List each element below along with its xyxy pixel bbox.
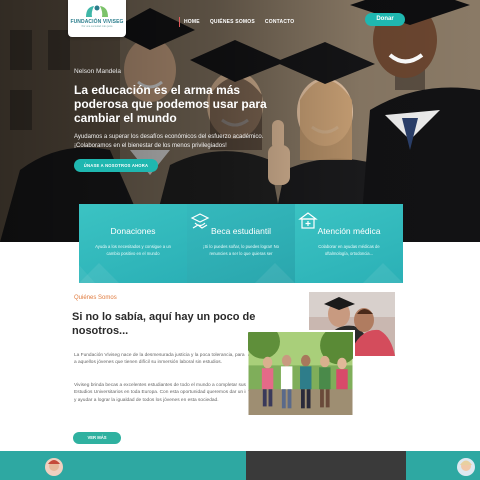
main-nav: HOME QUIÉNES SOMOS CONTACTO xyxy=(179,17,304,27)
join-now-button[interactable]: ÚNASE A NOSOTROS AHORA xyxy=(74,159,158,172)
triangle-pattern-icon xyxy=(79,263,119,283)
service-card-beca[interactable]: Beca estudiantil ¡Si lo puedes soñar, lo… xyxy=(187,204,295,283)
hero-title: La educación es el arma más poderosa que… xyxy=(74,83,267,125)
service-title: Donaciones xyxy=(110,226,156,236)
about-title: Si no lo sabía, aquí hay un poco de noso… xyxy=(72,311,256,337)
logo[interactable]: FUNDACIÓN VIVISEG Por una sociedad más j… xyxy=(68,0,126,37)
service-card-donaciones[interactable]: Donaciones Ayuda a los necesitados y con… xyxy=(79,204,187,283)
avatar xyxy=(45,458,63,476)
logo-tagline: Por una sociedad más justa xyxy=(81,25,113,28)
about-paragraph: La Fundación Viviseg nace de la desmesur… xyxy=(74,353,261,366)
students-walking-photo xyxy=(246,330,355,417)
nav-item-home[interactable]: HOME xyxy=(184,19,200,25)
band-dark xyxy=(246,451,406,480)
nav-item-quienes-somos[interactable]: QUIÉNES SOMOS xyxy=(210,19,255,25)
nav-active-marker xyxy=(179,17,180,27)
about-paragraph: Viviseg brinda becas a excelentes estudi… xyxy=(74,383,261,403)
hero-text: Ayudamos a superar los desafíos económic… xyxy=(74,134,264,149)
see-more-button[interactable]: VER MÁS xyxy=(73,432,121,444)
services-cards: Donaciones Ayuda a los necesitados y con… xyxy=(79,204,403,283)
logo-icon xyxy=(86,5,108,17)
donate-button[interactable]: Donar xyxy=(365,13,405,26)
service-title: Beca estudiantil xyxy=(210,226,271,236)
triangle-pattern-icon xyxy=(255,263,295,283)
quote-author: Nelson Mandela xyxy=(74,68,121,75)
avatar xyxy=(457,458,475,476)
band-teal xyxy=(0,451,480,480)
triangle-pattern-icon xyxy=(363,263,403,283)
service-card-atencion-medica[interactable]: Atención médica Colaborar en ayudas médi… xyxy=(295,204,403,283)
about-eyebrow: Quiénes Somos xyxy=(74,295,117,301)
service-title: Atención médica xyxy=(317,226,381,236)
nav-item-contacto[interactable]: CONTACTO xyxy=(265,19,294,25)
